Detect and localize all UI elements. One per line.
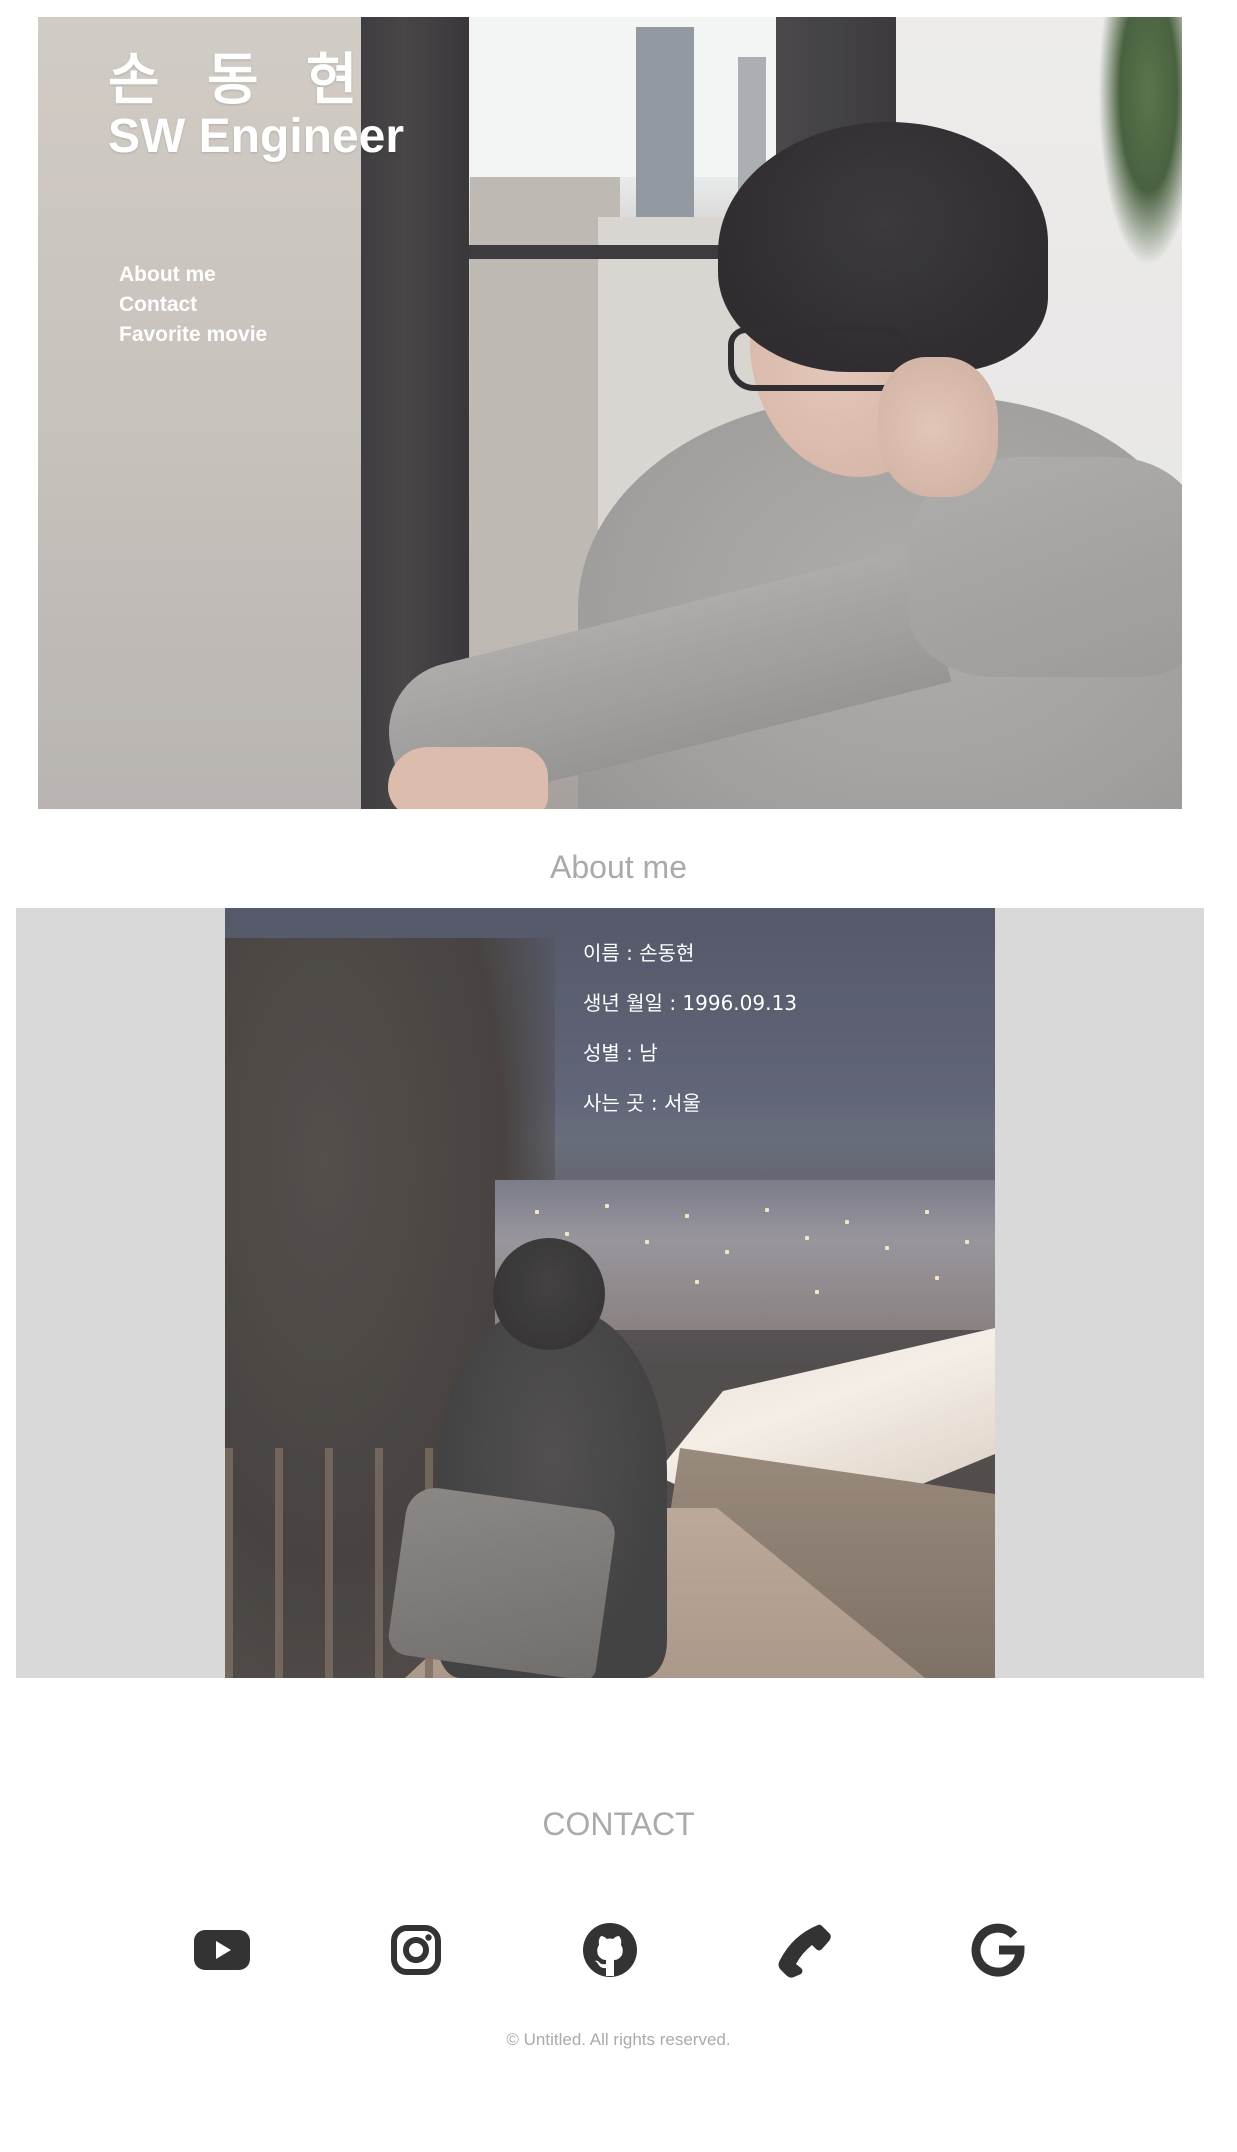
google-icon[interactable] [968, 1920, 1028, 1980]
footer-copyright: © Untitled. All rights reserved. [506, 2030, 731, 2049]
about-info-residence: 사는 곳 : 서울 [583, 1091, 701, 1115]
contact-section-title: CONTACT [542, 1806, 695, 1842]
about-info-birthday: 생년 월일 : 1996.09.13 [583, 991, 797, 1015]
nav-link-about-me[interactable]: About me [119, 260, 267, 290]
about-info-name: 이름 : 손동현 [583, 941, 695, 965]
hero-nav: About me Contact Favorite movie [119, 260, 267, 350]
instagram-icon[interactable] [386, 1920, 446, 1980]
hero-title: 손 동 현 SW Engineer [108, 53, 404, 161]
phone-icon[interactable] [774, 1920, 834, 1980]
contact-icons [0, 1920, 1237, 1980]
youtube-icon[interactable] [192, 1920, 252, 1980]
nav-link-favorite-movie[interactable]: Favorite movie [119, 320, 267, 350]
nav-link-contact[interactable]: Contact [119, 290, 267, 320]
hero-role: SW Engineer [108, 110, 405, 163]
hero-banner: 손 동 현 SW Engineer About me Contact Favor… [38, 17, 1182, 809]
github-icon[interactable] [580, 1920, 640, 1980]
about-photo: 이름 : 손동현 생년 월일 : 1996.09.13 성별 : 남 사는 곳 … [225, 908, 995, 1678]
about-info-gender: 성별 : 남 [583, 1041, 658, 1065]
about-section-title: About me [550, 849, 687, 885]
page: 손 동 현 SW Engineer About me Contact Favor… [0, 0, 1237, 2152]
about-info-list: 이름 : 손동현 생년 월일 : 1996.09.13 성별 : 남 사는 곳 … [583, 928, 797, 1128]
hero-name: 손 동 현 [108, 48, 372, 113]
